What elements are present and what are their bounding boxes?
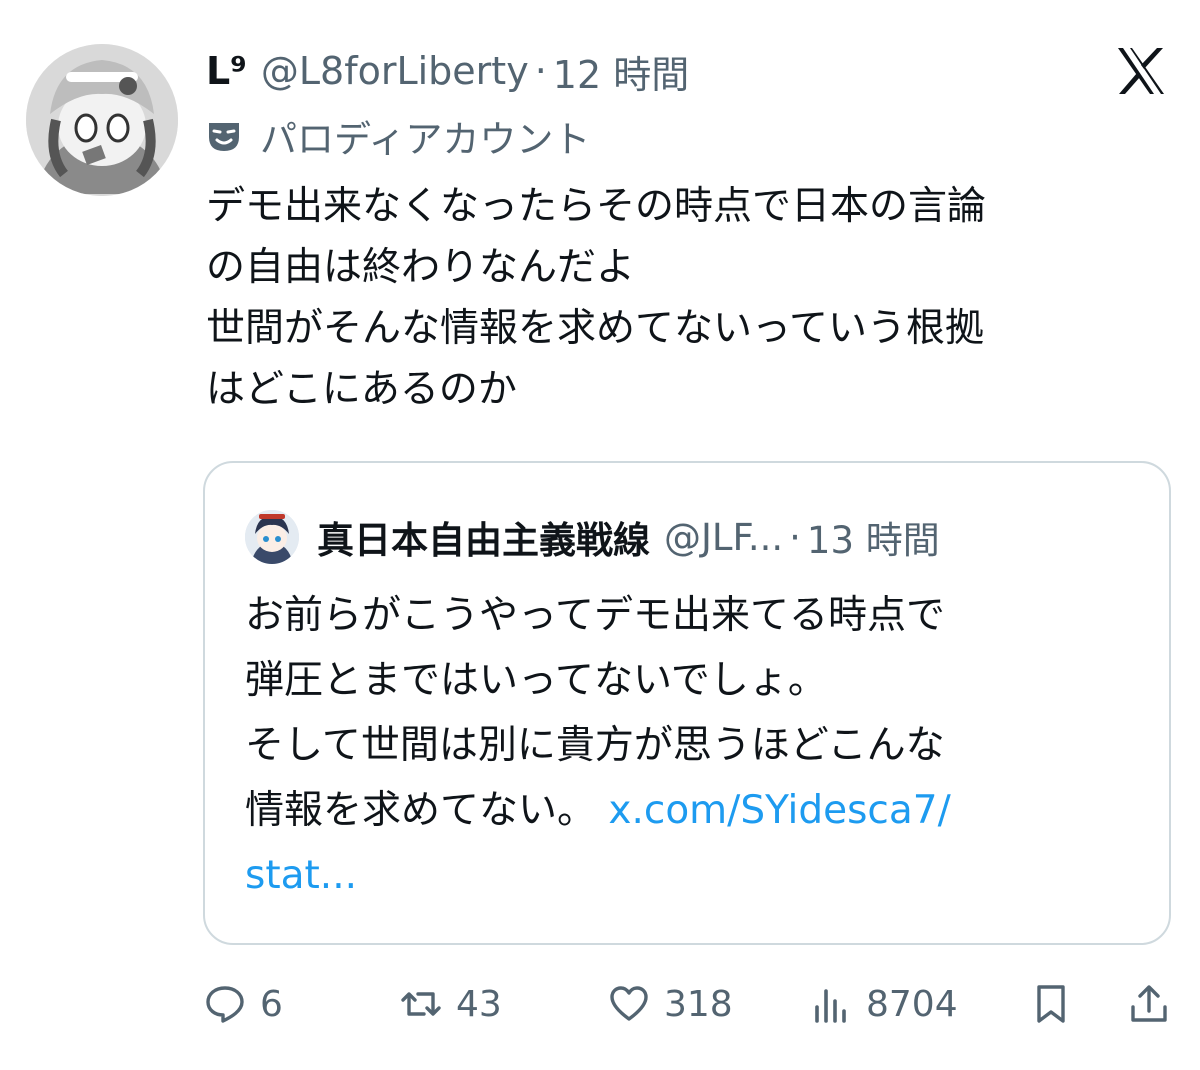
quoted-tweet-text: お前らがこうやってデモ出来てる時点で 弾圧とまではいってないでしょ。 そして世間…	[245, 583, 1145, 908]
avatar-image	[26, 44, 178, 196]
heart-icon	[610, 986, 648, 1021]
quoted-author-avatar	[245, 510, 299, 564]
quoted-text-line: 情報を求めてない。 x.com/SYidesca7/	[245, 778, 1145, 843]
quoted-tweet-link[interactable]: x.com/SYidesca7/	[608, 788, 950, 833]
quoted-text-segment: 情報を求めてない。	[245, 788, 609, 833]
repost-icon	[401, 992, 441, 1016]
quoted-avatar-image	[245, 510, 299, 564]
author-avatar[interactable]	[26, 44, 178, 196]
view-count: 8704	[866, 983, 958, 1025]
reply-button[interactable]: 6	[204, 972, 283, 1036]
separator-dot: ·	[789, 515, 801, 559]
reply-count: 6	[260, 983, 283, 1025]
x-logo-icon	[1118, 48, 1164, 94]
quoted-text-line: そして世間は別に貴方が思うほどこんな	[245, 723, 945, 768]
tweet-text-line: はどこにあるのか	[206, 367, 517, 412]
quoted-tweet-header: 真日本自由主義戦線 @JLF... · 13 時間	[245, 509, 940, 565]
theater-mask-icon	[209, 123, 239, 151]
bookmark-button[interactable]	[1030, 972, 1072, 1036]
tweet-text-line: デモ出来なくなったらその時点で日本の言論	[206, 184, 987, 229]
quoted-tweet-card[interactable]: 真日本自由主義戦線 @JLF... · 13 時間 お前らがこうやってデモ出来て…	[203, 461, 1171, 945]
parody-account-label: パロディアカウント	[206, 110, 590, 162]
parody-label-text: パロディアカウント	[260, 118, 591, 161]
views-button[interactable]: 8704	[810, 972, 958, 1036]
separator-dot: ·	[534, 49, 547, 93]
quoted-tweet-timestamp: 13 時間	[806, 519, 940, 562]
views-icon	[815, 989, 846, 1023]
reply-icon	[206, 986, 244, 1023]
tweet-header: L⁹ @L8forLiberty · 12 時間	[206, 42, 689, 100]
tweet-text-line: の自由は終わりなんだよ	[206, 245, 636, 290]
author-handle[interactable]: @L8forLiberty	[261, 49, 529, 93]
repost-count: 43	[456, 983, 502, 1025]
quoted-text-line: お前らがこうやってデモ出来てる時点で	[245, 593, 946, 638]
quoted-author-display-name: 真日本自由主義戦線	[317, 519, 650, 562]
repost-button[interactable]: 43	[400, 972, 502, 1036]
tweet-text: デモ出来なくなったらその時点で日本の言論 の自由は終わりなんだよ 世間がそんな情…	[206, 176, 1166, 420]
tweet-action-bar: 6 43 318 8704	[200, 972, 1180, 1036]
share-icon	[1131, 985, 1167, 1022]
quoted-tweet-link-continued[interactable]: stat...	[245, 853, 357, 898]
quoted-author-handle: @JLF...	[664, 515, 784, 559]
tweet-timestamp[interactable]: 12 時間	[553, 44, 689, 99]
like-count: 318	[664, 983, 733, 1025]
quoted-text-line: 弾圧とまではいってないでしょ。	[245, 658, 827, 703]
bookmark-icon	[1037, 985, 1065, 1023]
author-display-name[interactable]: L⁹	[206, 49, 247, 93]
share-button[interactable]	[1128, 972, 1170, 1036]
like-button[interactable]: 318	[608, 972, 733, 1036]
tweet-text-line: 世間がそんな情報を求めてないっていう根拠	[206, 306, 985, 351]
